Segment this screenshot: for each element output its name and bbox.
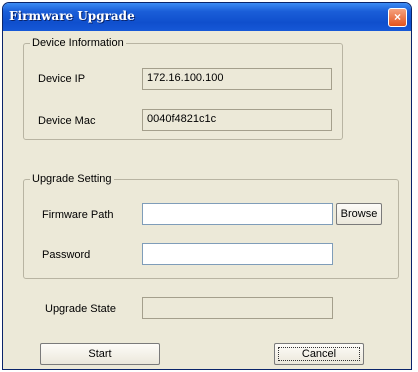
cancel-button-label: Cancel	[301, 348, 337, 360]
device-ip-label: Device IP	[38, 73, 86, 85]
firmware-upgrade-dialog: Firmware Upgrade × Device Information De…	[2, 2, 412, 370]
device-ip-field: 172.16.100.100	[142, 68, 332, 90]
cancel-button[interactable]: Cancel	[274, 343, 364, 365]
browse-button[interactable]: Browse	[336, 203, 382, 225]
device-mac-field: 0040f4821c1c	[142, 109, 332, 131]
close-button[interactable]: ×	[388, 8, 407, 27]
title-bar[interactable]: Firmware Upgrade ×	[3, 3, 411, 31]
start-button[interactable]: Start	[40, 343, 160, 365]
window-title: Firmware Upgrade	[9, 9, 135, 23]
upgrade-state-label: Upgrade State	[45, 303, 116, 315]
upgrade-setting-legend: Upgrade Setting	[32, 173, 112, 185]
upgrade-setting-group: Upgrade Setting Firmware Path Browse Pas…	[23, 173, 399, 279]
close-icon: ×	[393, 10, 401, 24]
password-input[interactable]	[142, 243, 333, 265]
password-label: Password	[42, 249, 91, 261]
device-information-group: Device Information Device IP 172.16.100.…	[23, 37, 343, 140]
firmware-path-label: Firmware Path	[42, 209, 114, 221]
upgrade-state-field	[142, 297, 333, 319]
device-information-legend: Device Information	[32, 37, 124, 49]
firmware-path-input[interactable]	[142, 203, 333, 225]
device-mac-label: Device Mac	[38, 115, 96, 127]
